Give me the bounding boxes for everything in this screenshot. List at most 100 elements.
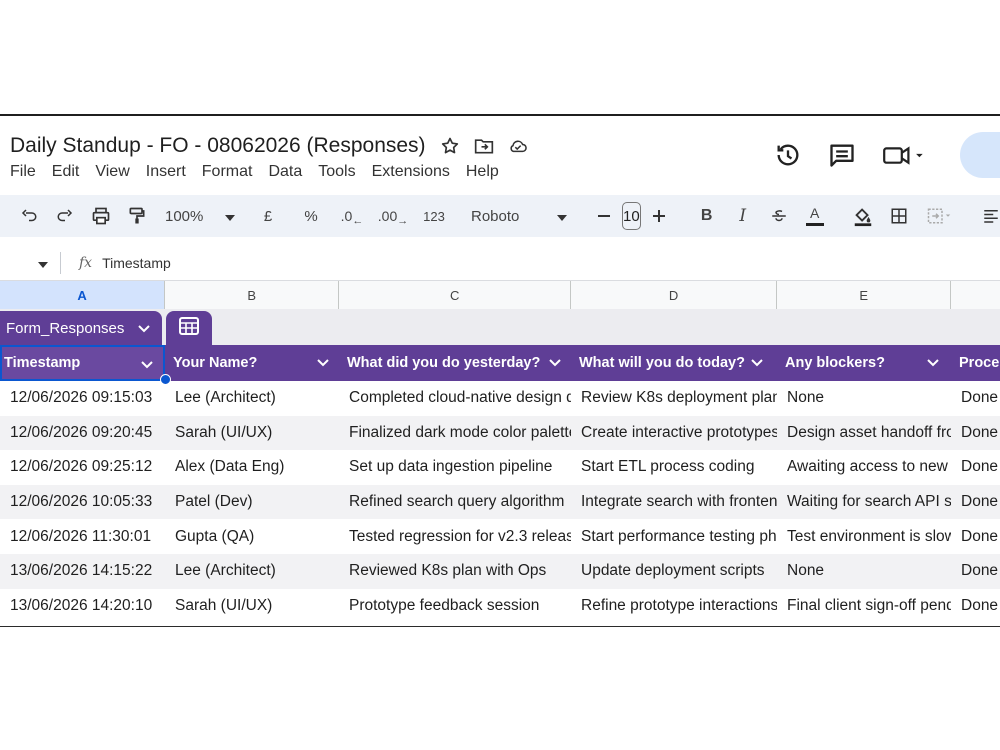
text-color-button[interactable]: A: [800, 201, 830, 231]
decrease-decimal-button[interactable]: .0 ←: [337, 201, 367, 231]
chevron-down-icon[interactable]: [317, 355, 329, 371]
cell-today[interactable]: Start ETL process coding: [571, 450, 777, 485]
cloud-saved-icon[interactable]: [508, 136, 528, 156]
cell-today[interactable]: Create interactive prototypes: [571, 416, 777, 451]
cell-yesterday[interactable]: Refined search query algorithm: [339, 485, 571, 520]
cell-timestamp[interactable]: 12/06/2026 09:20:45: [0, 416, 165, 451]
undo-icon[interactable]: [14, 201, 44, 231]
cell-blockers[interactable]: Test environment is slow: [777, 519, 951, 554]
paint-format-icon[interactable]: [122, 201, 152, 231]
cell-timestamp[interactable]: 13/06/2026 14:20:10: [0, 589, 165, 624]
cell-yesterday[interactable]: Prototype feedback session: [339, 589, 571, 624]
name-box-dropdown[interactable]: [38, 255, 50, 271]
header-cell-process[interactable]: Proce: [951, 345, 1000, 381]
cell-blockers[interactable]: None: [777, 381, 951, 416]
italic-button[interactable]: I: [728, 201, 758, 231]
cell-yesterday[interactable]: Completed cloud-native design d: [339, 381, 571, 416]
formula-input[interactable]: Timestamp: [102, 255, 171, 271]
cell-name[interactable]: Lee (Architect): [165, 381, 339, 416]
chevron-down-icon[interactable]: [927, 355, 939, 371]
menu-edit[interactable]: Edit: [52, 163, 80, 181]
share-button[interactable]: [960, 132, 1000, 178]
cell-yesterday[interactable]: Tested regression for v2.3 releas: [339, 519, 571, 554]
menu-file[interactable]: File: [10, 163, 36, 181]
redo-icon[interactable]: [50, 201, 80, 231]
font-select[interactable]: Roboto: [467, 201, 571, 231]
cell-timestamp[interactable]: 13/06/2026 14:15:22: [0, 554, 165, 589]
menu-tools[interactable]: Tools: [318, 163, 355, 181]
chevron-down-icon[interactable]: [751, 355, 763, 371]
cell-blockers[interactable]: None: [777, 554, 951, 589]
menu-format[interactable]: Format: [202, 163, 253, 181]
column-header-f[interactable]: [951, 281, 1000, 309]
percent-format-button[interactable]: %: [296, 201, 326, 231]
menu-view[interactable]: View: [95, 163, 129, 181]
cell-name[interactable]: Gupta (QA): [165, 519, 339, 554]
cell-process[interactable]: Done: [951, 589, 1000, 624]
decrease-font-size-icon[interactable]: [589, 201, 619, 231]
cell-blockers[interactable]: Waiting for search API sp: [777, 485, 951, 520]
cell-today[interactable]: Review K8s deployment plan: [571, 381, 777, 416]
menu-help[interactable]: Help: [466, 163, 499, 181]
cell-today[interactable]: Integrate search with fronten: [571, 485, 777, 520]
cell-yesterday[interactable]: Finalized dark mode color palette: [339, 416, 571, 451]
meet-video-icon[interactable]: [880, 139, 928, 171]
menu-extensions[interactable]: Extensions: [372, 163, 450, 181]
document-title[interactable]: Daily Standup - FO - 08062026 (Responses…: [10, 134, 426, 158]
cell-process[interactable]: Done: [951, 554, 1000, 589]
cell-name[interactable]: Patel (Dev): [165, 485, 339, 520]
cell-blockers[interactable]: Awaiting access to new d: [777, 450, 951, 485]
menu-data[interactable]: Data: [268, 163, 302, 181]
comments-icon[interactable]: [826, 139, 858, 171]
cell-timestamp[interactable]: 12/06/2026 09:15:03: [0, 381, 165, 416]
borders-icon[interactable]: [884, 201, 914, 231]
cell-blockers[interactable]: Final client sign-off pend: [777, 589, 951, 624]
version-history-icon[interactable]: [772, 139, 804, 171]
table-name-tab[interactable]: Form_Responses: [0, 311, 162, 345]
cell-timestamp[interactable]: 12/06/2026 10:05:33: [0, 485, 165, 520]
cell-today[interactable]: Start performance testing ph: [571, 519, 777, 554]
align-icon[interactable]: [976, 201, 1000, 231]
cell-timestamp[interactable]: 12/06/2026 09:25:12: [0, 450, 165, 485]
strikethrough-icon[interactable]: [764, 201, 794, 231]
fill-color-icon[interactable]: [848, 201, 878, 231]
print-icon[interactable]: [86, 201, 116, 231]
column-header-c[interactable]: C: [339, 281, 572, 309]
cell-timestamp[interactable]: 12/06/2026 11:30:01: [0, 519, 165, 554]
more-formats-button[interactable]: 123: [419, 201, 449, 231]
currency-format-button[interactable]: £: [253, 201, 283, 231]
column-header-a[interactable]: A: [0, 281, 166, 309]
cell-today[interactable]: Refine prototype interactions: [571, 589, 777, 624]
bold-button[interactable]: B: [692, 201, 722, 231]
merge-cells-icon[interactable]: [920, 201, 958, 231]
cell-name[interactable]: Sarah (UI/UX): [165, 589, 339, 624]
cell-name[interactable]: Lee (Architect): [165, 554, 339, 589]
header-cell-timestamp[interactable]: Timestamp: [0, 345, 165, 381]
menu-insert[interactable]: Insert: [146, 163, 186, 181]
increase-font-size-icon[interactable]: [644, 201, 674, 231]
cell-process[interactable]: Done: [951, 485, 1000, 520]
move-folder-icon[interactable]: [474, 136, 494, 156]
header-cell-name[interactable]: Your Name?: [165, 345, 339, 381]
cell-process[interactable]: Done: [951, 381, 1000, 416]
cell-name[interactable]: Alex (Data Eng): [165, 450, 339, 485]
header-cell-blockers[interactable]: Any blockers?: [777, 345, 951, 381]
table-settings-tab[interactable]: [166, 311, 212, 345]
cell-blockers[interactable]: Design asset handoff fro: [777, 416, 951, 451]
cell-today[interactable]: Update deployment scripts: [571, 554, 777, 589]
star-icon[interactable]: [440, 136, 460, 156]
zoom-select[interactable]: 100%: [165, 201, 235, 231]
header-cell-today[interactable]: What will you do today?: [571, 345, 777, 381]
column-header-d[interactable]: D: [571, 281, 778, 309]
cell-yesterday[interactable]: Set up data ingestion pipeline: [339, 450, 571, 485]
cell-process[interactable]: Done: [951, 450, 1000, 485]
column-header-e[interactable]: E: [777, 281, 952, 309]
increase-decimal-button[interactable]: .00 →: [378, 201, 408, 231]
cell-process[interactable]: Done: [951, 519, 1000, 554]
chevron-down-icon[interactable]: [549, 355, 561, 371]
font-size-input[interactable]: 10: [622, 202, 641, 230]
cell-process[interactable]: Done: [951, 416, 1000, 451]
header-cell-yesterday[interactable]: What did you do yesterday?: [339, 345, 571, 381]
cell-name[interactable]: Sarah (UI/UX): [165, 416, 339, 451]
column-header-b[interactable]: B: [165, 281, 340, 309]
